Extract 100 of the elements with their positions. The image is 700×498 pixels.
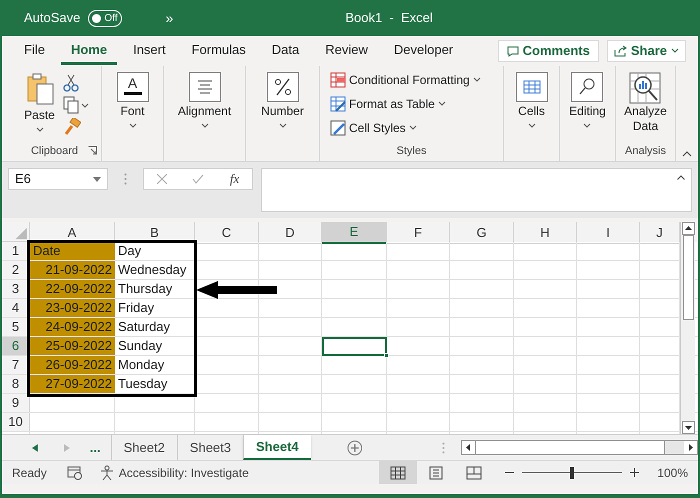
status-text: Ready — [12, 464, 47, 482]
table-format-icon — [330, 96, 346, 112]
dialog-launcher-icon[interactable] — [88, 146, 97, 155]
sheet-tab[interactable]: Sheet4 — [243, 435, 311, 460]
group-label: Analysis — [625, 144, 666, 159]
normal-view-icon — [390, 466, 406, 480]
column-header[interactable]: E — [322, 222, 387, 244]
table-cell: 23-09-2022 — [30, 299, 115, 317]
scroll-thumb[interactable] — [475, 441, 666, 454]
row-header[interactable]: 9 — [2, 394, 30, 412]
column-header[interactable]: F — [387, 222, 450, 244]
scroll-right-icon[interactable] — [684, 441, 698, 454]
caret-icon — [408, 125, 417, 131]
selected-cell[interactable] — [322, 337, 387, 356]
styles-menu-button[interactable]: Format as Table — [330, 94, 446, 114]
view-button[interactable] — [379, 461, 418, 484]
autosave-toggle[interactable]: Off — [88, 10, 122, 26]
window-title: Book1 - Excel — [345, 9, 433, 28]
menu-tab[interactable]: Home — [60, 37, 118, 65]
number-button[interactable]: Number — [257, 72, 308, 129]
horizontal-scrollbar[interactable] — [461, 440, 698, 455]
check-icon[interactable] — [192, 174, 204, 184]
scissors-icon[interactable] — [62, 74, 79, 92]
vertical-scrollbar[interactable] — [680, 222, 695, 434]
more-commands[interactable]: » — [166, 8, 174, 28]
analyze-data-icon — [629, 72, 662, 104]
share-icon — [614, 45, 627, 57]
table-cell: Date — [30, 242, 115, 260]
collapse-ribbon-icon[interactable] — [682, 151, 692, 157]
zoom-in-icon[interactable] — [630, 468, 640, 477]
add-sheet-icon[interactable] — [346, 440, 362, 456]
styles-menu-button[interactable]: Cell Styles — [330, 118, 417, 138]
caret-icon — [583, 123, 592, 129]
caret-icon — [200, 123, 208, 129]
slider-thumb[interactable] — [570, 466, 574, 478]
menu-tab[interactable]: Formulas — [182, 37, 256, 65]
caret-icon — [472, 77, 481, 83]
previous-sheet-icon[interactable] — [32, 444, 38, 452]
align-center-icon — [188, 72, 220, 102]
scroll-left-icon[interactable] — [462, 441, 476, 454]
menu-tab[interactable]: Data — [262, 37, 310, 65]
column-header[interactable]: C — [195, 222, 259, 244]
menu-tab[interactable]: Developer — [384, 37, 464, 65]
editing-button[interactable]: Editing — [565, 72, 610, 129]
table-cell: 25-09-2022 — [30, 337, 115, 355]
zoom-out-icon[interactable] — [505, 471, 514, 474]
caret-icon — [128, 123, 136, 129]
collapse-icon[interactable] — [677, 175, 685, 180]
font-button[interactable]: A Font — [112, 72, 152, 129]
paste-button[interactable]: Paste — [20, 72, 59, 133]
caret-icon — [278, 123, 286, 129]
analyze-data-button[interactable]: Analyze Data — [624, 72, 667, 134]
menu-tab[interactable]: Review — [315, 37, 378, 65]
row-header[interactable]: 10 — [2, 413, 30, 431]
caret-icon — [528, 123, 536, 129]
column-header[interactable]: I — [577, 222, 640, 244]
copy-icon[interactable] — [62, 96, 89, 114]
page-break-icon — [466, 466, 482, 480]
scroll-thumb[interactable] — [682, 235, 694, 320]
more-sheets-button[interactable]: ... — [90, 438, 101, 458]
cells-icon — [516, 72, 548, 102]
percent-icon — [266, 72, 298, 102]
drag-handle-icon[interactable] — [124, 173, 127, 185]
caret-icon — [36, 127, 44, 133]
table-cell: 26-09-2022 — [30, 356, 115, 374]
share-button[interactable]: Share — [606, 40, 686, 62]
table-cell: 22-09-2022 — [30, 280, 115, 298]
group-label: Styles — [396, 144, 426, 159]
styles-menu-button[interactable]: Conditional Formatting — [330, 70, 481, 90]
column-header[interactable]: H — [514, 222, 577, 244]
formula-input[interactable] — [261, 168, 692, 212]
menu-tab[interactable]: Insert — [123, 37, 176, 65]
menu-tab[interactable]: File — [14, 37, 55, 65]
zoom-level[interactable]: 100% — [657, 464, 688, 482]
arrow-icon — [196, 280, 278, 300]
comment-icon — [506, 46, 519, 56]
alignment-button[interactable]: Alignment — [174, 72, 236, 129]
clipboard-icon — [24, 72, 54, 106]
conditional-formatting-icon — [330, 72, 346, 88]
accessibility-button[interactable]: Accessibility: Investigate — [98, 464, 249, 482]
table-cell: 27-09-2022 — [30, 375, 115, 393]
dropdown-arrow-icon — [93, 176, 101, 182]
scroll-down-icon[interactable] — [682, 421, 694, 434]
search-icon — [571, 72, 604, 102]
format-painter-icon[interactable] — [62, 118, 81, 136]
accessibility-icon — [98, 464, 115, 480]
zoom-slider[interactable] — [522, 466, 622, 478]
name-box[interactable]: E6 — [8, 168, 108, 190]
drag-handle-icon[interactable] — [442, 442, 446, 454]
comments-button[interactable]: Comments — [498, 40, 599, 62]
autosave-label: AutoSave — [24, 9, 80, 28]
font-icon: A — [116, 72, 148, 102]
macro-icon[interactable] — [66, 466, 83, 480]
page-layout-icon — [428, 466, 444, 480]
group-label: Clipboard — [30, 144, 78, 159]
insert-function-button[interactable]: fx — [230, 169, 240, 189]
caret-icon — [438, 101, 446, 107]
scroll-up-icon[interactable] — [682, 222, 694, 235]
cells-button[interactable]: Cells — [512, 72, 552, 129]
column-header[interactable]: G — [450, 222, 514, 244]
